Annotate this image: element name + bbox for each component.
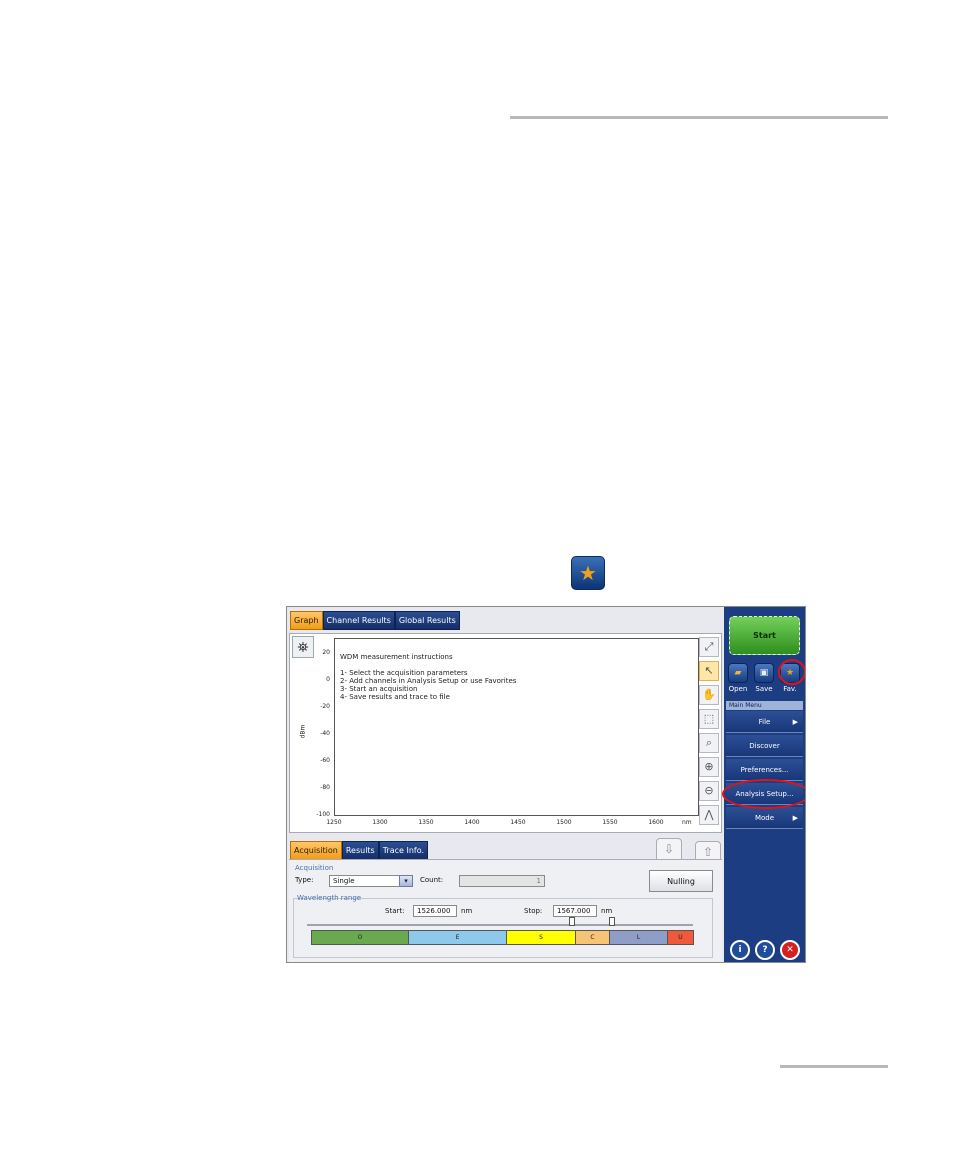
main-menu-heading: Main Menu: [726, 701, 803, 710]
x-tick: 1550: [602, 819, 618, 826]
close-icon[interactable]: ✕: [780, 940, 800, 960]
y-tick: -60: [320, 757, 330, 764]
tab-graph[interactable]: Graph: [290, 611, 323, 630]
band-e: E: [409, 931, 507, 944]
graph-area: ⛯ 20 0 -20 -40 -60 -80 -100 1250 1300 13…: [289, 633, 722, 833]
help-icon[interactable]: ?: [755, 940, 775, 960]
x-tick: 1300: [372, 819, 388, 826]
pointer-icon[interactable]: ↖: [699, 661, 719, 681]
save-label: Save: [755, 685, 773, 693]
menu-item-label: File: [758, 718, 771, 726]
instruction-line: 1- Select the acquisition parameters: [340, 669, 468, 677]
highlight-ring-analysis-setup: [722, 779, 805, 809]
y-tick: -80: [320, 784, 330, 791]
tab-global-results[interactable]: Global Results: [394, 611, 460, 630]
type-label: Type:: [295, 876, 314, 884]
tab-acquisition[interactable]: Acquisition: [290, 841, 342, 860]
type-select[interactable]: Single: [329, 875, 401, 887]
x-tick: 1500: [556, 819, 572, 826]
menu-item-preferences[interactable]: Preferences...: [726, 759, 803, 781]
zoom-fit-icon[interactable]: ⤢: [699, 637, 719, 657]
tab-trace-info[interactable]: Trace Info.: [378, 841, 429, 860]
open-label: Open: [728, 685, 748, 693]
y-tick: -100: [316, 811, 330, 818]
plot-area: [334, 638, 699, 816]
count-field[interactable]: 1: [459, 875, 545, 887]
y-tick: -20: [320, 703, 330, 710]
application-screenshot: Graph Channel Results Global Results ⛯ 2…: [286, 606, 806, 963]
stop-field[interactable]: 1567.000: [553, 905, 597, 917]
wavelength-bands: O E S C L U: [311, 930, 694, 945]
nulling-button[interactable]: Nulling: [649, 870, 713, 892]
x-tick: 1250: [326, 819, 342, 826]
tab-channel-results[interactable]: Channel Results: [322, 611, 395, 630]
top-tab-bar: Graph Channel Results Global Results: [290, 611, 460, 630]
zoom-icon[interactable]: ⌕: [699, 733, 719, 753]
start-label: Start:: [385, 907, 405, 915]
x-tick: 1350: [418, 819, 434, 826]
menu-item-label: Preferences...: [740, 766, 789, 774]
band-l: L: [610, 931, 668, 944]
zoom-area-icon[interactable]: ⬚: [699, 709, 719, 729]
start-button[interactable]: Start: [729, 616, 800, 655]
wavelength-slider-track[interactable]: [307, 924, 693, 926]
highlight-ring-fav: [778, 659, 805, 685]
zoom-out-icon[interactable]: ⊖: [699, 781, 719, 801]
start-field[interactable]: 1526.000: [413, 905, 457, 917]
favorites-star-icon: ★: [571, 556, 605, 590]
pan-hand-icon[interactable]: ✋: [699, 685, 719, 705]
y-tick: 0: [326, 676, 330, 683]
left-pane: Graph Channel Results Global Results ⛯ 2…: [287, 607, 724, 962]
fav-label: Fav.: [783, 685, 797, 693]
tab-results[interactable]: Results: [341, 841, 379, 860]
band-c: C: [576, 931, 610, 944]
stop-unit: nm: [601, 907, 613, 915]
menu-item-file[interactable]: File ▶: [726, 711, 803, 733]
footer-rule: [780, 1065, 888, 1068]
bottom-tab-bar: Acquisition Results Trace Info.: [290, 841, 429, 860]
wavelength-range-group: [293, 898, 713, 958]
x-tick: 1400: [464, 819, 480, 826]
band-u: U: [668, 931, 693, 944]
chevron-right-icon: ▶: [792, 718, 798, 726]
menu-item-label: Mode: [754, 814, 775, 822]
x-axis-unit: nm: [682, 819, 692, 826]
folder-icon[interactable]: ▰: [728, 663, 748, 683]
info-icon[interactable]: i: [730, 940, 750, 960]
x-tick: 1600: [648, 819, 664, 826]
menu-item-discover[interactable]: Discover: [726, 735, 803, 757]
x-tick: 1450: [510, 819, 526, 826]
chevron-right-icon: ▶: [792, 814, 798, 822]
menu-item-label: Discover: [749, 742, 780, 750]
menu-item-mode[interactable]: Mode ▶: [726, 807, 803, 829]
peak-icon[interactable]: ⋀: [699, 805, 719, 825]
floppy-disk-icon[interactable]: ▣: [754, 663, 774, 683]
chevron-down-icon[interactable]: ▾: [399, 875, 413, 887]
header-rule: [510, 116, 888, 119]
start-slider-handle[interactable]: [569, 917, 575, 926]
instruction-line: 2- Add channels in Analysis Setup or use…: [340, 677, 517, 685]
y-axis-label: dBm: [299, 724, 307, 739]
instructions-title: WDM measurement instructions: [340, 653, 453, 661]
wavelength-group-label: Wavelength range: [297, 894, 362, 902]
count-label: Count:: [420, 876, 444, 884]
instruction-line: 4- Save results and trace to file: [340, 693, 450, 701]
acquisition-group-label: Acquisition: [295, 864, 334, 872]
instruction-line: 3- Start an acquisition: [340, 685, 418, 693]
acquisition-panel: Acquisition Type: Single ▾ Count: 1 Null…: [289, 859, 722, 962]
y-tick: -40: [320, 730, 330, 737]
y-tick: 20: [322, 649, 330, 656]
collapse-down-arrow-icon[interactable]: ⇩: [656, 838, 682, 860]
start-unit: nm: [461, 907, 473, 915]
zoom-in-icon[interactable]: ⊕: [699, 757, 719, 777]
graph-toolbar: ⤢ ↖ ✋ ⬚ ⌕ ⊕ ⊖ ⋀: [699, 637, 721, 829]
band-s: S: [507, 931, 576, 944]
stop-slider-handle[interactable]: [609, 917, 615, 926]
band-o: O: [312, 931, 409, 944]
stop-label: Stop:: [524, 907, 543, 915]
